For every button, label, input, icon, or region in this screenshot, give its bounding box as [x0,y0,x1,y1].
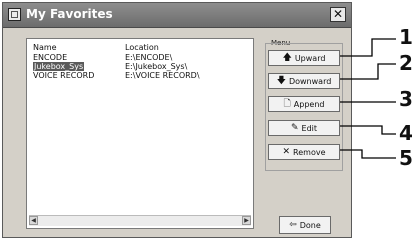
append-icon: 🗋 [283,99,291,109]
my-favorites-dialog: My Favorites ✕ Name Location ENCODE E:\E… [2,2,352,238]
item-name: ENCODE [33,53,68,62]
callout-number-3: 3 [399,87,413,111]
remove-icon: ✕ [282,147,291,157]
item-location: E:\ENCODE\ [125,53,173,62]
window-title: My Favorites [26,7,113,21]
downward-button[interactable]: 🡇 Downward [268,73,340,89]
upward-button[interactable]: 🡅 Upward [268,50,340,66]
arrow-up-icon: 🡅 [282,53,292,63]
callout-number-4: 4 [399,121,413,145]
title-bar[interactable]: My Favorites ✕ [3,3,351,28]
append-label: Append [293,99,325,109]
close-button[interactable]: ✕ [330,7,346,22]
item-name: VOICE RECORD [33,71,95,80]
item-location: E:\VOICE RECORD\ [125,71,200,80]
item-name: Jukebox_Sys [33,62,85,71]
exit-door-icon: ⇦ [289,220,297,230]
edit-label: Edit [301,123,318,133]
callout-number-5: 5 [399,146,413,170]
item-location: E:\Jukebox_Sys\ [125,62,188,71]
column-header-location[interactable]: Location [125,43,159,52]
scroll-right-icon[interactable]: ▶ [242,216,251,225]
callout-number-1: 1 [399,25,413,49]
done-label: Done [299,220,321,230]
favorites-list[interactable]: Name Location ENCODE E:\ENCODE\ Jukebox_… [26,38,254,229]
append-button[interactable]: 🗋 Append [268,96,340,112]
downward-label: Downward [288,76,332,86]
done-button[interactable]: ⇦ Done [279,216,331,234]
horizontal-scrollbar[interactable]: ◀ ▶ [29,215,251,226]
app-icon [8,8,21,21]
upward-label: Upward [294,53,326,63]
scroll-left-icon[interactable]: ◀ [29,216,38,225]
arrow-down-icon: 🡇 [276,76,286,86]
edit-icon: ✎ [290,123,299,133]
remove-button[interactable]: ✕ Remove [268,144,340,160]
edit-button[interactable]: ✎ Edit [268,120,340,136]
remove-label: Remove [293,147,326,157]
callout-number-2: 2 [399,51,413,75]
column-header-name[interactable]: Name [33,43,57,52]
